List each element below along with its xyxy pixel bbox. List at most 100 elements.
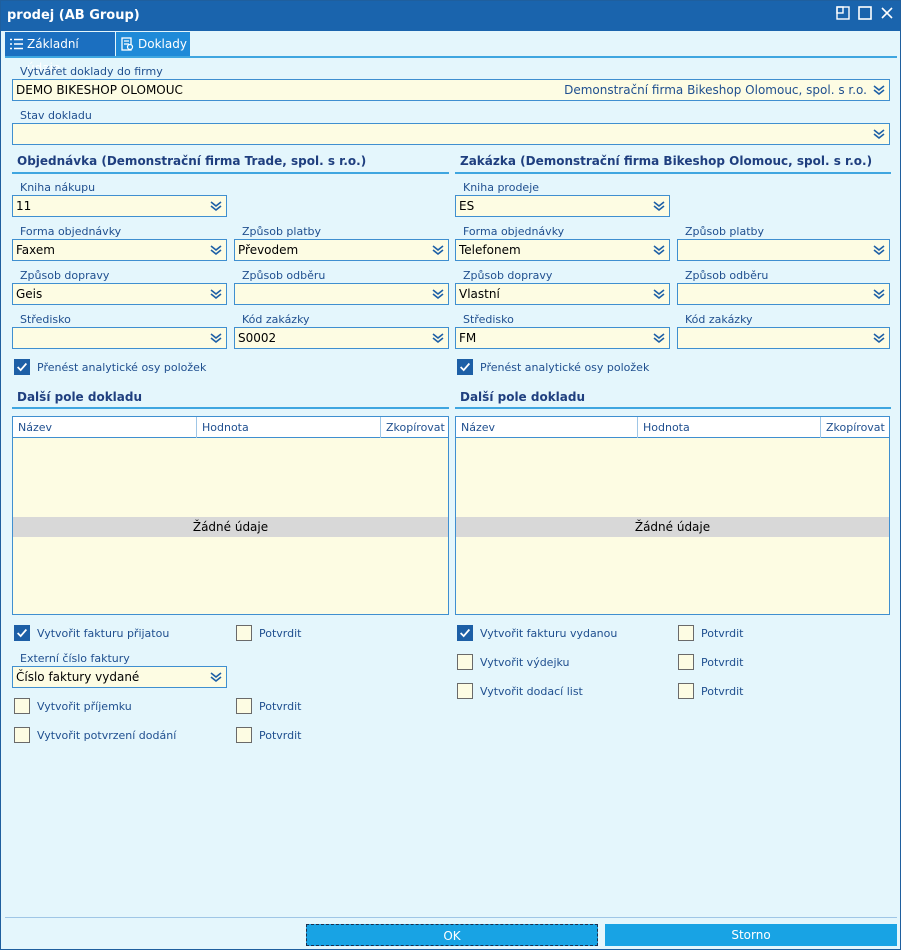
order-heading-line — [12, 172, 449, 174]
delivery-confirm-checkbox[interactable] — [14, 727, 30, 743]
contract-center-value: FM — [459, 331, 477, 345]
delivery-note-confirm-checkbox[interactable] — [678, 683, 694, 699]
maximize-icon[interactable] — [855, 6, 875, 26]
delivery-note-confirm-label: Potvrdit — [701, 685, 744, 698]
ext-invoice-value: Číslo faktury vydané — [16, 670, 140, 684]
dropdown-icon[interactable] — [872, 331, 886, 345]
invoice-out-label: Vytvořit fakturu vydanou — [480, 627, 618, 640]
checkmark-icon — [458, 360, 472, 374]
document-icon — [121, 37, 134, 51]
empty-message: Žádné údaje — [13, 517, 448, 537]
delivery-note-checkbox[interactable] — [457, 683, 473, 699]
contract-code-select[interactable] — [677, 327, 890, 349]
dropdown-icon[interactable] — [652, 199, 666, 213]
contract-form-label: Forma objednávky — [463, 225, 565, 238]
col-copy[interactable]: Zkopírovat — [821, 417, 889, 438]
firm-select[interactable]: DEMO BIKESHOP OLOMOUC Demonstrační firma… — [12, 79, 890, 101]
contract-transfer-checkbox[interactable] — [457, 359, 473, 375]
receipt-confirm-checkbox[interactable] — [236, 698, 252, 714]
order-transfer-checkbox[interactable] — [14, 359, 30, 375]
order-form-select[interactable]: Faxem — [12, 239, 227, 261]
order-book-select[interactable]: 11 — [12, 195, 227, 217]
cancel-button[interactable]: Storno — [605, 924, 897, 946]
restore-icon[interactable] — [833, 6, 853, 26]
grid-header: Název Hodnota Zkopírovat — [13, 417, 448, 438]
dropdown-icon[interactable] — [872, 287, 886, 301]
order-form-label: Forma objednávky — [20, 225, 122, 238]
contract-code-label: Kód zakázky — [685, 313, 753, 326]
dropdown-icon[interactable] — [872, 83, 886, 97]
contract-transport-select[interactable]: Vlastní — [455, 283, 670, 305]
invoice-out-confirm-checkbox[interactable] — [678, 625, 694, 641]
dispatch-label: Vytvořit výdejku — [480, 656, 570, 669]
col-value[interactable]: Hodnota — [638, 417, 821, 438]
dropdown-icon[interactable] — [431, 243, 445, 257]
order-contract-select[interactable]: S0002 — [234, 327, 449, 349]
extra-right-heading: Další pole dokladu — [460, 390, 586, 404]
contract-form-select[interactable]: Telefonem — [455, 239, 670, 261]
contract-center-select[interactable]: FM — [455, 327, 670, 349]
dropdown-icon[interactable] — [872, 127, 886, 141]
dropdown-icon[interactable] — [431, 331, 445, 345]
dropdown-icon[interactable] — [209, 243, 223, 257]
order-book-label: Kniha nákupu — [20, 181, 96, 194]
contract-payment-label: Způsob platby — [685, 225, 765, 238]
dropdown-icon[interactable] — [652, 331, 666, 345]
order-pickup-select[interactable] — [234, 283, 449, 305]
col-name[interactable]: Název — [456, 417, 638, 438]
order-heading: Objednávka (Demonstrační firma Trade, sp… — [17, 154, 367, 168]
ok-button[interactable]: OK — [306, 924, 598, 946]
dispatch-checkbox[interactable] — [457, 654, 473, 670]
receipt-checkbox[interactable] — [14, 698, 30, 714]
dropdown-icon[interactable] — [209, 287, 223, 301]
invoice-in-checkbox[interactable] — [14, 625, 30, 641]
dropdown-icon[interactable] — [209, 331, 223, 345]
col-name[interactable]: Název — [13, 417, 197, 438]
close-icon[interactable] — [877, 6, 897, 26]
tab-documents-label: Doklady — [138, 37, 187, 51]
contract-pickup-select[interactable] — [677, 283, 890, 305]
dispatch-confirm-checkbox[interactable] — [678, 654, 694, 670]
invoice-in-confirm-label: Potvrdit — [259, 627, 302, 640]
col-copy[interactable]: Zkopírovat — [381, 417, 448, 438]
extra-left-line — [12, 407, 449, 409]
invoice-out-checkbox[interactable] — [457, 625, 473, 641]
order-book-value: 11 — [16, 199, 32, 213]
order-payment-select[interactable]: Převodem — [234, 239, 449, 261]
order-center-select[interactable] — [12, 327, 227, 349]
dropdown-icon[interactable] — [209, 199, 223, 213]
footer-divider — [5, 917, 897, 918]
col-value[interactable]: Hodnota — [197, 417, 381, 438]
doc-state-select[interactable] — [12, 123, 890, 145]
doc-state-label: Stav dokladu — [20, 109, 92, 122]
dropdown-icon[interactable] — [209, 670, 223, 684]
order-transport-select[interactable]: Geis — [12, 283, 227, 305]
firm-value: DEMO BIKESHOP OLOMOUC — [16, 83, 183, 97]
extra-left-heading: Další pole dokladu — [17, 390, 143, 404]
order-center-label: Středisko — [20, 313, 71, 326]
invoice-out-confirm-label: Potvrdit — [701, 627, 744, 640]
list-icon — [10, 38, 23, 50]
contract-payment-select[interactable] — [677, 239, 890, 261]
extra-left-grid[interactable]: Název Hodnota Zkopírovat Žádné údaje — [12, 416, 449, 615]
dropdown-icon[interactable] — [652, 243, 666, 257]
delivery-confirm-confirm-checkbox[interactable] — [236, 727, 252, 743]
dispatch-confirm-label: Potvrdit — [701, 656, 744, 669]
extra-right-grid[interactable]: Název Hodnota Zkopírovat Žádné údaje — [455, 416, 890, 615]
order-contract-value: S0002 — [238, 331, 277, 345]
empty-message: Žádné údaje — [456, 517, 889, 537]
dropdown-icon[interactable] — [652, 287, 666, 301]
contract-pickup-label: Způsob odběru — [685, 269, 769, 282]
dropdown-icon[interactable] — [431, 287, 445, 301]
dialog-window: prodej (AB Group) Základní údaje Doklady… — [0, 0, 901, 950]
tab-documents[interactable]: Doklady — [116, 32, 190, 56]
tab-basic-info[interactable]: Základní údaje — [5, 32, 115, 75]
delivery-confirm-confirm-label: Potvrdit — [259, 729, 302, 742]
invoice-in-confirm-checkbox[interactable] — [236, 625, 252, 641]
order-payment-value: Převodem — [238, 243, 299, 257]
order-form-value: Faxem — [16, 243, 55, 257]
dropdown-icon[interactable] — [872, 243, 886, 257]
ext-invoice-select[interactable]: Číslo faktury vydané — [12, 666, 227, 688]
checkmark-icon — [458, 626, 472, 640]
contract-book-select[interactable]: ES — [455, 195, 670, 217]
